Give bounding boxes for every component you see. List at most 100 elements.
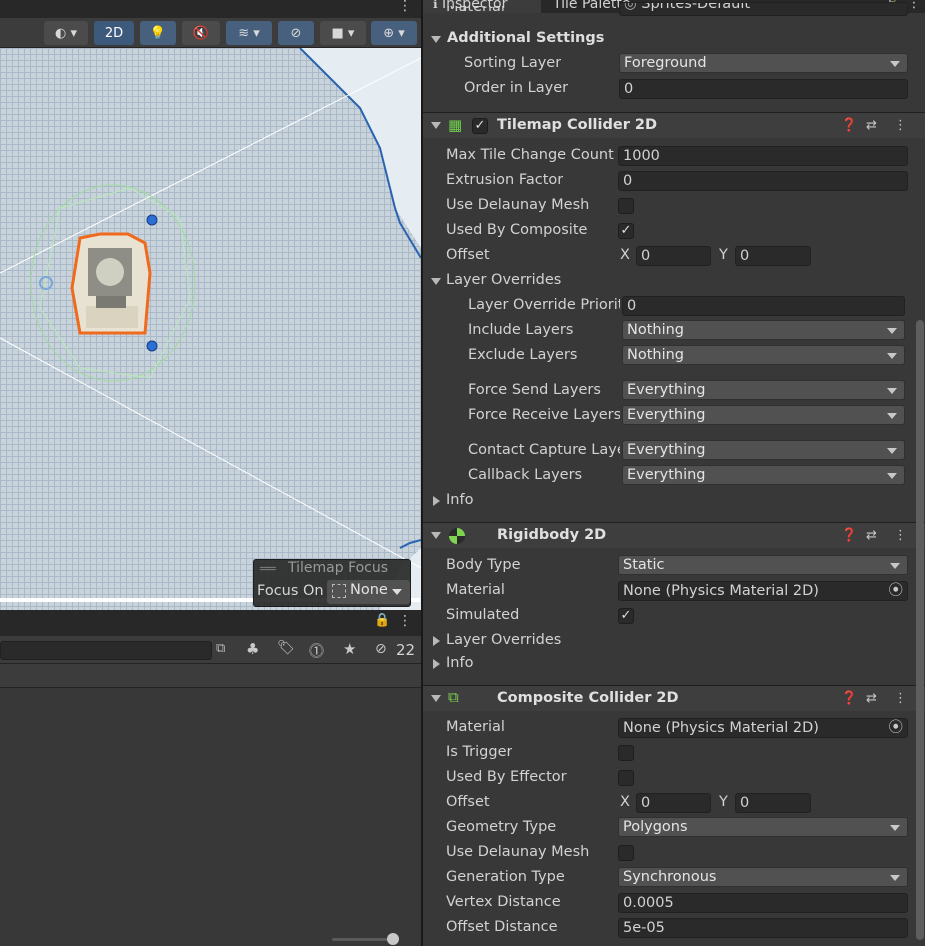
geometry-type-dropdown[interactable]: Polygons [618, 817, 908, 837]
zoom-slider-thumb[interactable] [387, 933, 399, 945]
open-window-icon[interactable]: ⧉ [216, 641, 225, 656]
contact-capture-label: Contact Capture Layers [468, 442, 620, 458]
help-icon[interactable]: ❓ [841, 118, 857, 133]
focus-on-dropdown[interactable]: None [327, 580, 410, 604]
used-by-composite-checkbox[interactable]: ✓ [618, 223, 634, 239]
rigidbody-header[interactable]: Rigidbody 2D ❓ ⇄ ⋮ [423, 522, 925, 548]
scene-viewport[interactable] [0, 48, 421, 610]
force-send-dropdown[interactable]: Everything [622, 380, 905, 400]
force-receive-dropdown[interactable]: Everything [622, 405, 905, 425]
help-icon[interactable]: ❓ [841, 528, 857, 543]
warning-filter-icon[interactable]: ⓵ [309, 640, 324, 661]
hierarchy-header-row [0, 664, 421, 688]
max-tile-change-field[interactable]: 1000 [618, 146, 908, 166]
layer-overrides-foldout[interactable] [433, 636, 440, 646]
rigidbody-material-field[interactable]: None (Physics Material 2D) ⦿ [618, 581, 908, 601]
layer-overrides-label: Layer Overrides [446, 272, 562, 288]
body-type-dropdown[interactable]: Static [618, 555, 908, 575]
max-tile-change-label: Max Tile Change Count [446, 147, 614, 163]
audio-toggle-icon[interactable]: 🔇 [182, 21, 220, 45]
tilemap-focus-overlay: ══ Tilemap Focus Focus On None [253, 559, 411, 607]
draw-mode-dropdown[interactable]: ◐ ▾ [44, 21, 88, 45]
generation-type-value: Synchronous [623, 869, 717, 885]
used-by-effector-checkbox[interactable] [618, 770, 634, 786]
material-icon: ◎ [624, 2, 637, 12]
light-handle [146, 214, 158, 226]
inspector-scrollbar[interactable] [916, 320, 924, 940]
offset-x-label: X [620, 794, 630, 810]
composite-offset-y-field[interactable]: 0 [735, 793, 811, 813]
more-options-icon[interactable]: ⋮ [398, 0, 412, 14]
offset-x-field[interactable]: 0 [636, 246, 711, 266]
simulated-checkbox[interactable]: ✓ [618, 608, 634, 624]
callback-layers-dropdown[interactable]: Everything [622, 465, 905, 485]
exclude-layers-dropdown[interactable]: Nothing [622, 345, 905, 365]
override-priority-label: Layer Override Priorit [468, 297, 620, 313]
hidden-eye-icon[interactable]: ⊘ [375, 641, 387, 657]
generation-type-dropdown[interactable]: Synchronous [618, 867, 908, 887]
more-options-icon[interactable]: ⋮ [894, 118, 907, 133]
star-icon[interactable]: ★ [343, 640, 356, 658]
scene-visibility-icon[interactable]: ⊘ [278, 21, 314, 45]
offset-y-field[interactable]: 0 [735, 246, 811, 266]
drag-handle-icon[interactable]: ══ [260, 562, 276, 577]
force-receive-label: Force Receive Layers [468, 407, 620, 423]
body-type-label: Body Type [446, 557, 521, 573]
gizmos-dropdown-icon[interactable]: ⊕ ▾ [371, 21, 417, 45]
use-delaunay-checkbox[interactable] [618, 198, 634, 214]
order-in-layer-field[interactable]: 0 [619, 79, 908, 99]
composite-delaunay-checkbox[interactable] [618, 845, 634, 861]
vertex-distance-field[interactable]: 0.0005 [618, 893, 908, 913]
object-picker-icon[interactable]: ⦿ [889, 582, 904, 600]
layer-overrides-foldout[interactable] [431, 278, 441, 285]
presets-icon[interactable]: ⇄ [866, 691, 877, 706]
more-options-icon[interactable]: ⋮ [894, 528, 907, 543]
composite-offset-label: Offset [446, 794, 490, 810]
composite-material-field[interactable]: None (Physics Material 2D) ⦿ [618, 718, 908, 738]
camera-dropdown-icon[interactable]: ■ ▾ [320, 21, 366, 45]
effects-dropdown-icon[interactable]: ≋ ▾ [226, 21, 272, 45]
tile-edge-corner [399, 539, 421, 549]
extrusion-factor-field[interactable]: 0 [618, 171, 908, 191]
chevron-down-icon [890, 563, 900, 569]
zoom-slider-track[interactable] [332, 938, 392, 941]
component-foldout[interactable] [431, 695, 441, 702]
more-options-icon[interactable]: ⋮ [894, 691, 907, 706]
sorting-layer-dropdown[interactable]: Foreground [619, 53, 908, 73]
material-field[interactable]: ◎ Sprites-Default [619, 2, 908, 16]
info-foldout[interactable] [433, 496, 440, 506]
force-receive-value: Everything [627, 407, 706, 423]
scene-tab-strip: ⋮ [0, 0, 421, 18]
more-options-icon[interactable]: ⋮ [398, 613, 412, 629]
include-layers-dropdown[interactable]: Nothing [622, 320, 905, 340]
composite-offset-x-field[interactable]: 0 [636, 793, 711, 813]
presets-icon[interactable]: ⇄ [866, 118, 877, 133]
info-icon: ℹ [433, 0, 438, 11]
offset-distance-field[interactable]: 5e-05 [618, 918, 908, 938]
is-trigger-checkbox[interactable] [618, 745, 634, 761]
composite-collider-header[interactable]: ⧉ Composite Collider 2D ❓ ⇄ ⋮ [423, 685, 925, 711]
camera-line [0, 57, 421, 274]
label-filter-icon[interactable]: 🏷 [277, 640, 295, 656]
rigidbody-material-label: Material [446, 582, 505, 598]
additional-settings-title: Additional Settings [447, 30, 605, 46]
component-foldout[interactable] [431, 122, 441, 129]
search-input[interactable] [0, 641, 212, 660]
contact-capture-dropdown[interactable]: Everything [622, 440, 905, 460]
filter-type-icon[interactable]: ♣ [246, 640, 259, 658]
component-foldout[interactable] [431, 532, 441, 539]
object-picker-icon[interactable]: ⦿ [889, 719, 904, 737]
lock-icon[interactable]: 🔒 [374, 613, 390, 628]
mode-2d-toggle[interactable]: 2D [94, 21, 134, 45]
help-icon[interactable]: ❓ [841, 691, 857, 706]
chevron-down-icon [887, 328, 897, 334]
component-enabled-checkbox[interactable]: ✓ [472, 118, 488, 134]
lighting-toggle-icon[interactable]: 💡 [140, 21, 176, 45]
scene-view[interactable]: ⋮ ◐ ▾ 2D 💡 🔇 ≋ ▾ ⊘ ■ ▾ ⊕ ▾ ══ Tilemap Fo… [0, 0, 421, 610]
more-options-icon[interactable]: ⋮ [907, 0, 921, 11]
additional-settings-foldout[interactable] [431, 36, 441, 43]
override-priority-field[interactable]: 0 [622, 296, 905, 316]
info-foldout[interactable] [433, 659, 440, 669]
tilemap-collider-header[interactable]: ▦ ✓ Tilemap Collider 2D ❓ ⇄ ⋮ [423, 112, 925, 138]
presets-icon[interactable]: ⇄ [866, 528, 877, 543]
